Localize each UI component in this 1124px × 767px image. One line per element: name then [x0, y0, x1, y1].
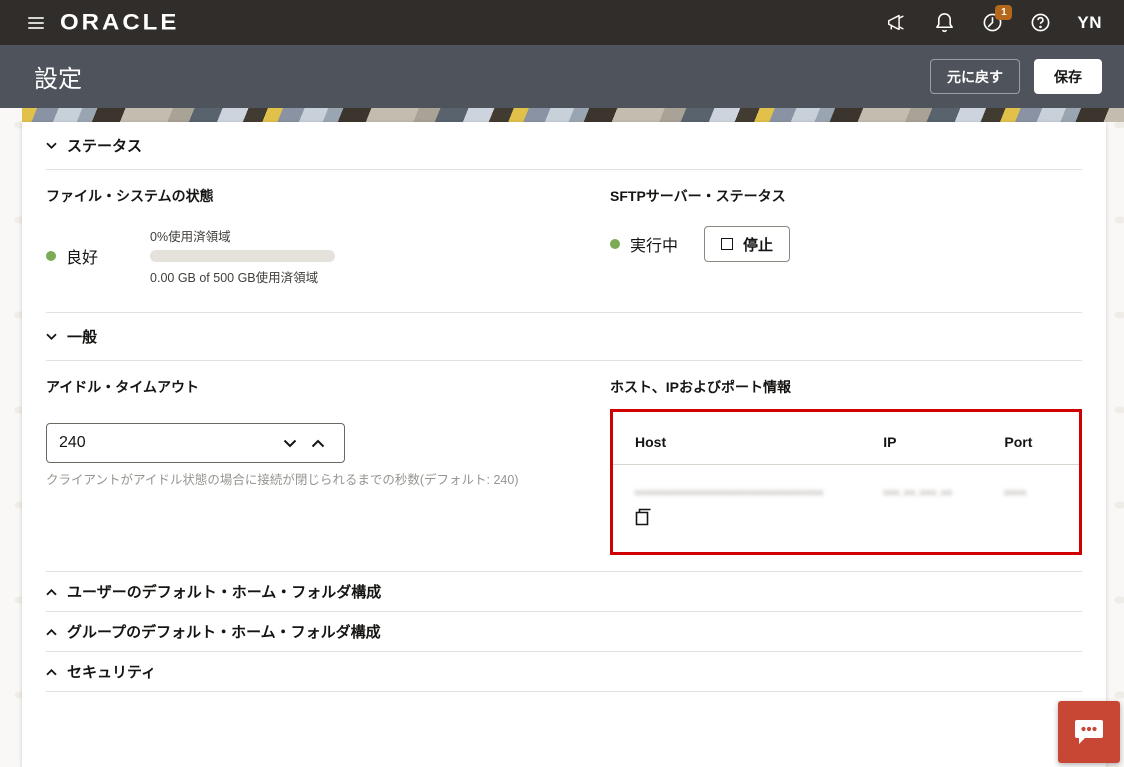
bell-icon[interactable] [933, 12, 955, 34]
sftp-status-block: SFTPサーバー・ステータス 実行中 停止 [610, 170, 1082, 312]
general-content: アイドル・タイムアウト 240 クライアントがアイドル状態の場合に接続が閉じられ… [46, 361, 1082, 572]
announcement-icon[interactable] [885, 12, 907, 34]
host-info-label: ホスト、IPおよびポート情報 [610, 361, 1082, 397]
sftp-status-label: SFTPサーバー・ステータス [610, 170, 1082, 206]
section-header-group-home-folder[interactable]: グループのデフォルト・ホーム・フォルダ構成 [46, 612, 1082, 652]
ip-value-redacted: •••.••.•••.•• [883, 485, 1004, 500]
stepper-decrement-button[interactable] [276, 439, 304, 448]
hamburger-icon[interactable] [28, 17, 44, 29]
usage-percent-label: 0%使用済領域 [150, 226, 335, 245]
user-menu[interactable]: YN [1077, 13, 1102, 33]
revert-button[interactable]: 元に戻す [930, 59, 1020, 94]
section-title: セキュリティ [67, 661, 156, 682]
decorative-banner [22, 108, 1124, 122]
column-header-host: Host [613, 414, 883, 465]
idle-timeout-label: アイドル・タイムアウト [46, 361, 610, 397]
usage-meter: 0%使用済領域 0.00 GB of 500 GB使用済領域 [150, 226, 335, 286]
file-system-state: 良好 [66, 244, 98, 268]
table-row: •••••••••••••••••••••••••••••••••• •••.•… [613, 465, 1079, 530]
chevron-down-icon [46, 142, 57, 149]
idle-timeout-stepper[interactable]: 240 [46, 423, 345, 463]
idle-timeout-block: アイドル・タイムアウト 240 クライアントがアイドル状態の場合に接続が閉じられ… [46, 361, 610, 571]
stepper-increment-button[interactable] [304, 439, 332, 448]
section-header-general[interactable]: 一般 [46, 313, 1082, 361]
status-dot-green [610, 239, 620, 249]
idle-timeout-help: クライアントがアイドル状態の場合に接続が閉じられるまでの秒数(デフォルト: 24… [46, 469, 610, 512]
column-header-port: Port [1004, 414, 1079, 465]
status-dot-green [46, 251, 56, 261]
section-title: ユーザーのデフォルト・ホーム・フォルダ構成 [67, 581, 381, 602]
host-info-table: Host IP Port •••••••••••••••••••••••••••… [613, 414, 1079, 529]
host-info-highlight-box: Host IP Port •••••••••••••••••••••••••••… [610, 409, 1082, 555]
stop-button-label: 停止 [743, 234, 773, 255]
section-header-user-home-folder[interactable]: ユーザーのデフォルト・ホーム・フォルダ構成 [46, 572, 1082, 612]
settings-card: ステータス ファイル・システムの状態 良好 0%使用済領域 0.00 GB of… [22, 122, 1106, 767]
stop-server-button[interactable]: 停止 [704, 226, 790, 262]
chat-icon [1073, 717, 1105, 747]
column-header-ip: IP [883, 414, 1004, 465]
section-title: グループのデフォルト・ホーム・フォルダ構成 [67, 621, 381, 642]
file-system-status-label: ファイル・システムの状態 [46, 170, 610, 206]
section-header-security[interactable]: セキュリティ [46, 652, 1082, 692]
header-actions: 元に戻す 保存 [930, 59, 1102, 94]
copy-icon[interactable] [635, 508, 652, 529]
clock-icon[interactable]: 1 [981, 12, 1003, 34]
usage-detail-label: 0.00 GB of 500 GB使用済領域 [150, 267, 335, 286]
chevron-up-icon [46, 663, 57, 681]
section-title: 一般 [67, 326, 97, 347]
sftp-state: 実行中 [630, 232, 678, 256]
chevron-down-icon [46, 333, 57, 340]
topbar-actions: 1 YN [885, 12, 1102, 34]
idle-timeout-value[interactable]: 240 [59, 434, 276, 452]
topbar: ORACLE 1 [0, 0, 1124, 45]
host-info-block: ホスト、IPおよびポート情報 Host IP Port ••••••••••• [610, 361, 1082, 571]
page-title: 設定 [34, 59, 82, 94]
host-value-redacted: •••••••••••••••••••••••••••••••••• [635, 485, 883, 500]
port-value-redacted: •••• [1004, 485, 1079, 500]
oracle-logo[interactable]: ORACLE [60, 10, 179, 36]
clock-badge: 1 [995, 5, 1012, 20]
stop-icon [721, 238, 733, 250]
section-header-status[interactable]: ステータス [46, 122, 1082, 170]
save-button[interactable]: 保存 [1034, 59, 1102, 94]
status-content: ファイル・システムの状態 良好 0%使用済領域 0.00 GB of 500 G… [46, 170, 1082, 313]
chevron-up-icon [46, 583, 57, 601]
chevron-up-icon [46, 623, 57, 641]
usage-meter-track [150, 250, 335, 262]
help-icon[interactable] [1029, 12, 1051, 34]
section-title: ステータス [67, 135, 142, 156]
page-header: 設定 元に戻す 保存 [0, 45, 1124, 108]
file-system-status-block: ファイル・システムの状態 良好 0%使用済領域 0.00 GB of 500 G… [46, 170, 610, 312]
chat-launcher-button[interactable] [1058, 701, 1120, 763]
